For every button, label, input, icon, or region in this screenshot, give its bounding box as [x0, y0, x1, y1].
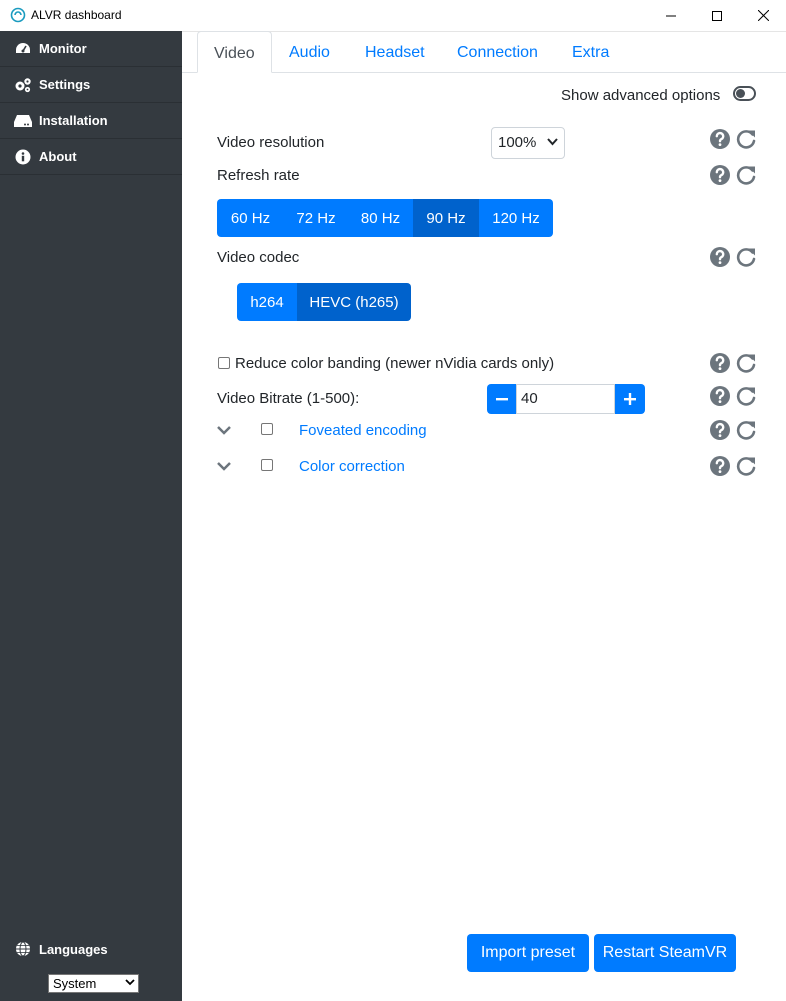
restart-steamvr-button[interactable]: Restart SteamVR	[594, 934, 736, 972]
sidebar-item-monitor[interactable]: Monitor	[0, 31, 182, 67]
minus-icon	[496, 398, 508, 401]
bitrate-increment-button[interactable]	[615, 384, 645, 414]
reset-icon[interactable]	[735, 419, 757, 441]
sidebar-item-label: About	[39, 149, 77, 164]
reset-icon[interactable]	[735, 455, 757, 477]
tab-extra[interactable]: Extra	[572, 44, 609, 72]
tab-audio[interactable]: Audio	[289, 44, 330, 72]
help-icon[interactable]	[709, 164, 731, 186]
refresh-help-reset	[709, 164, 757, 186]
help-icon[interactable]	[709, 455, 731, 477]
languages-label: Languages	[0, 938, 182, 960]
maximize-button[interactable]	[694, 0, 740, 31]
foveated-help-reset	[709, 419, 757, 441]
close-icon	[757, 10, 769, 21]
foveated-checkbox[interactable]	[261, 423, 273, 435]
help-icon[interactable]	[709, 352, 731, 374]
close-button[interactable]	[740, 0, 786, 31]
refresh-120hz-button[interactable]: 120 Hz	[479, 199, 553, 237]
gears-icon	[14, 76, 32, 94]
color-correction-checkbox[interactable]	[261, 459, 273, 471]
gauge-icon	[14, 40, 32, 58]
video-codec-group: h264 HEVC (h265)	[237, 283, 411, 321]
resolution-help-reset	[709, 128, 757, 150]
chevron-down-icon	[125, 979, 135, 986]
sidebar-item-installation[interactable]: Installation	[0, 103, 182, 139]
bitrate-help-reset	[709, 385, 757, 407]
reset-icon[interactable]	[735, 352, 757, 374]
maximize-icon	[712, 10, 722, 21]
sidebar-item-about[interactable]: About	[0, 139, 182, 175]
title-bar: ALVR dashboard	[0, 0, 786, 32]
refresh-rate-label: Refresh rate	[217, 167, 300, 184]
color-correction-expand-chevron-icon[interactable]	[217, 462, 231, 471]
help-icon[interactable]	[709, 128, 731, 150]
refresh-rate-group: 60 Hz 72 Hz 80 Hz 90 Hz 120 Hz	[217, 199, 553, 237]
help-icon[interactable]	[709, 419, 731, 441]
banding-help-reset	[709, 352, 757, 374]
minimize-button[interactable]	[648, 0, 694, 31]
reduce-banding-checkbox[interactable]	[218, 357, 230, 369]
video-resolution-select[interactable]: 100%	[491, 127, 565, 159]
color-correction-help-reset	[709, 455, 757, 477]
refresh-80hz-button[interactable]: 80 Hz	[348, 199, 413, 237]
codec-help-reset	[709, 246, 757, 268]
bitrate-input[interactable]: 40	[516, 384, 615, 414]
advanced-options-label: Show advanced options	[561, 87, 721, 104]
minimize-icon	[666, 15, 676, 16]
reduce-banding-label: Reduce color banding (newer nVidia cards…	[235, 355, 555, 372]
chevron-down-icon	[547, 138, 558, 146]
sidebar: Monitor Settings Installation About	[0, 31, 182, 1001]
sidebar-item-label: Installation	[39, 113, 108, 128]
hdd-icon	[14, 112, 32, 130]
video-codec-label: Video codec	[217, 249, 300, 266]
video-resolution-label: Video resolution	[217, 134, 325, 151]
sidebar-item-label: Monitor	[39, 41, 87, 56]
help-icon[interactable]	[709, 246, 731, 268]
color-correction-link[interactable]: Color correction	[299, 458, 405, 475]
tab-connection[interactable]: Connection	[457, 44, 538, 72]
video-bitrate-label: Video Bitrate (1-500):	[217, 390, 360, 407]
sidebar-item-label: Settings	[39, 77, 91, 92]
reset-icon[interactable]	[735, 164, 757, 186]
refresh-72hz-button[interactable]: 72 Hz	[284, 199, 348, 237]
plus-icon	[624, 393, 636, 405]
tab-headset[interactable]: Headset	[365, 44, 425, 72]
foveated-encoding-link[interactable]: Foveated encoding	[299, 422, 427, 439]
window-title: ALVR dashboard	[31, 8, 122, 22]
foveated-expand-chevron-icon[interactable]	[217, 426, 231, 435]
codec-h264-button[interactable]: h264	[237, 283, 297, 321]
codec-hevc-button[interactable]: HEVC (h265)	[297, 283, 411, 321]
refresh-90hz-button[interactable]: 90 Hz	[413, 199, 479, 237]
reset-icon[interactable]	[735, 128, 757, 150]
sidebar-item-settings[interactable]: Settings	[0, 67, 182, 103]
reset-icon[interactable]	[735, 385, 757, 407]
import-preset-button[interactable]: Import preset	[467, 934, 589, 972]
bitrate-decrement-button[interactable]	[487, 384, 517, 414]
language-select[interactable]: System	[48, 974, 139, 993]
tab-video[interactable]: Video	[197, 31, 272, 73]
help-icon[interactable]	[709, 385, 731, 407]
globe-icon	[14, 940, 32, 958]
alvr-logo-icon	[10, 7, 26, 23]
reset-icon[interactable]	[735, 246, 757, 268]
advanced-options-toggle[interactable]	[733, 86, 756, 101]
refresh-60hz-button[interactable]: 60 Hz	[217, 199, 284, 237]
info-icon	[14, 148, 32, 166]
tab-bar: Video Audio Headset Connection Extra	[182, 31, 786, 73]
